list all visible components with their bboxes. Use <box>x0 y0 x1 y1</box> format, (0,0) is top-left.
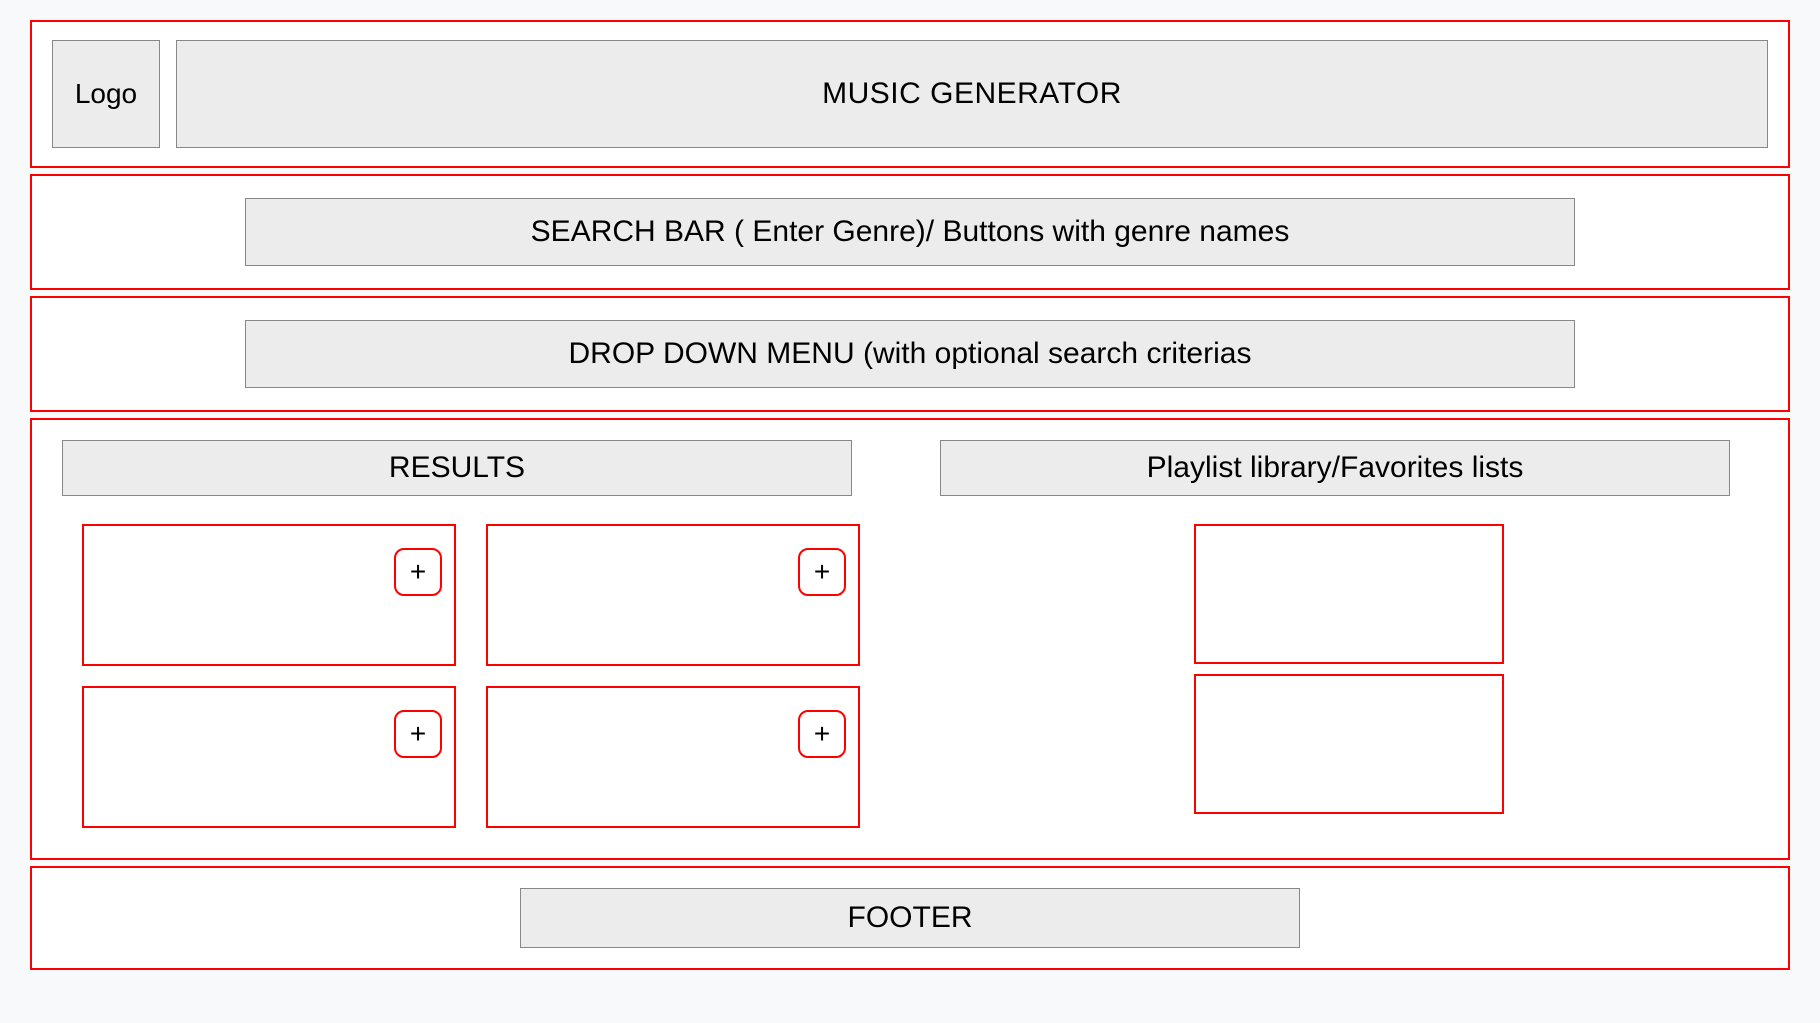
playlist-header: Playlist library/Favorites lists <box>940 440 1730 496</box>
result-card[interactable]: + <box>82 524 456 666</box>
search-bar-label: SEARCH BAR ( Enter Genre)/ Buttons with … <box>531 215 1290 249</box>
search-bar[interactable]: SEARCH BAR ( Enter Genre)/ Buttons with … <box>245 198 1575 266</box>
results-grid: + + + + <box>62 524 880 828</box>
plus-icon: + <box>814 556 830 588</box>
logo-label: Logo <box>75 78 137 110</box>
playlist-header-label: Playlist library/Favorites lists <box>1147 451 1524 485</box>
plus-icon: + <box>410 718 426 750</box>
main-content: RESULTS + + + <box>30 418 1790 860</box>
playlist-item[interactable] <box>1194 674 1504 814</box>
dropdown-menu[interactable]: DROP DOWN MENU (with optional search cri… <box>245 320 1575 388</box>
plus-icon: + <box>814 718 830 750</box>
logo: Logo <box>52 40 160 148</box>
results-header: RESULTS <box>62 440 852 496</box>
add-button[interactable]: + <box>394 710 442 758</box>
app-title: MUSIC GENERATOR <box>822 77 1122 111</box>
add-button[interactable]: + <box>394 548 442 596</box>
playlist-items <box>940 524 1758 814</box>
dropdown-section: DROP DOWN MENU (with optional search cri… <box>30 296 1790 412</box>
result-card[interactable]: + <box>486 524 860 666</box>
footer-label: FOOTER <box>848 901 973 935</box>
playlist-panel: Playlist library/Favorites lists <box>910 418 1790 860</box>
add-button[interactable]: + <box>798 710 846 758</box>
search-section: SEARCH BAR ( Enter Genre)/ Buttons with … <box>30 174 1790 290</box>
results-panel: RESULTS + + + <box>30 418 910 860</box>
footer-section: FOOTER <box>30 866 1790 970</box>
playlist-item[interactable] <box>1194 524 1504 664</box>
app-title-box: MUSIC GENERATOR <box>176 40 1768 148</box>
header-section: Logo MUSIC GENERATOR <box>30 20 1790 168</box>
footer: FOOTER <box>520 888 1300 948</box>
result-card[interactable]: + <box>486 686 860 828</box>
add-button[interactable]: + <box>798 548 846 596</box>
results-header-label: RESULTS <box>389 451 525 485</box>
plus-icon: + <box>410 556 426 588</box>
dropdown-label: DROP DOWN MENU (with optional search cri… <box>569 337 1252 371</box>
result-card[interactable]: + <box>82 686 456 828</box>
